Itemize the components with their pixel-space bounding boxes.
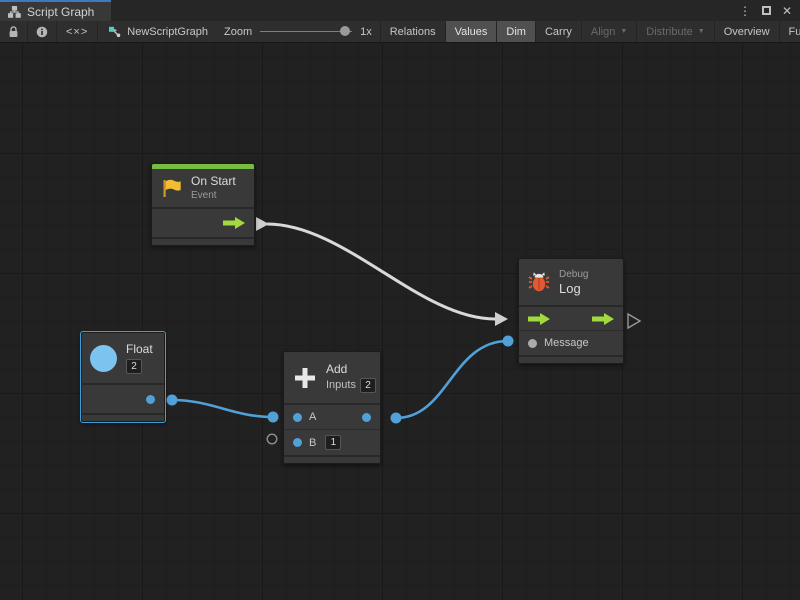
code-view-button[interactable]: <×> — [57, 21, 98, 42]
lock-icon — [8, 26, 19, 38]
wire-add-to-message[interactable] — [396, 341, 508, 418]
wire-layer — [0, 43, 800, 600]
close-icon[interactable]: ✕ — [780, 4, 794, 18]
value-out-marker-float[interactable] — [167, 395, 178, 406]
zoom-slider[interactable] — [260, 31, 352, 32]
message-port-label: Message — [544, 337, 589, 349]
overview-button[interactable]: Overview — [715, 21, 780, 42]
flow-in-marker-log[interactable] — [495, 312, 508, 326]
node-float[interactable]: Float 2 — [81, 332, 165, 422]
node-debug-log[interactable]: Debug Log Message — [518, 258, 624, 364]
distribute-dropdown-button: Distribute▼ — [637, 21, 714, 42]
unconnected-flow-out-marker-log[interactable] — [628, 314, 640, 328]
value-in-marker-add-a[interactable] — [268, 412, 279, 423]
bug-icon — [527, 270, 551, 294]
node-footer — [519, 355, 623, 363]
add-result-out-port[interactable] — [362, 413, 371, 422]
graph-canvas[interactable]: On Start Event — [0, 43, 800, 600]
float-value-out-port[interactable] — [146, 395, 155, 404]
flow-out-port[interactable] — [223, 217, 245, 229]
float-ports-row — [82, 383, 164, 413]
inputs-label: Inputs — [326, 379, 356, 392]
values-button[interactable]: Values — [446, 21, 498, 42]
float-value-field[interactable]: 2 — [126, 359, 142, 374]
float-header: Float 2 — [82, 333, 164, 383]
tab-strip: Script Graph ⋮ ✕ — [0, 0, 800, 21]
lock-button[interactable] — [0, 21, 28, 42]
add-header: Add Inputs 2 — [284, 352, 380, 403]
on-start-header: On Start Event — [152, 169, 254, 207]
debug-log-header: Debug Log — [519, 259, 623, 305]
log-message-row: Message — [519, 330, 623, 355]
info-icon — [36, 26, 48, 38]
add-port-a-row: A — [284, 403, 380, 429]
flow-out-marker-onstart[interactable] — [256, 217, 269, 231]
plus-icon — [292, 365, 318, 391]
node-on-start[interactable]: On Start Event — [151, 163, 255, 246]
graph-asset-icon — [108, 26, 121, 38]
node-add[interactable]: Add Inputs 2 A B 1 — [283, 351, 381, 464]
maximize-icon[interactable] — [759, 4, 773, 18]
wire-float-to-add[interactable] — [172, 400, 273, 417]
window-controls: ⋮ ✕ — [738, 0, 800, 21]
fullscreen-button[interactable]: Full Screen — [780, 21, 800, 42]
flow-out-port[interactable] — [592, 313, 614, 325]
log-flow-row — [519, 305, 623, 330]
port-a-value-in[interactable] — [293, 413, 302, 422]
node-title: Log — [559, 281, 588, 296]
script-graph-window: Script Graph ⋮ ✕ <×> NewScriptGraph — [0, 0, 800, 600]
node-title: On Start — [191, 174, 236, 189]
dim-button[interactable]: Dim — [497, 21, 536, 42]
zoom-label: Zoom — [224, 26, 252, 38]
relations-button[interactable]: Relations — [381, 21, 446, 42]
node-title: Add — [326, 362, 376, 377]
align-dropdown-button: Align▼ — [582, 21, 637, 42]
float-circle-icon — [90, 345, 117, 372]
tab-script-graph[interactable]: Script Graph — [0, 0, 111, 21]
on-start-ports-row — [152, 207, 254, 237]
zoom-slider-handle[interactable] — [340, 26, 350, 36]
node-subtitle: Event — [191, 189, 236, 202]
node-footer — [82, 413, 164, 421]
zoom-value: 1x — [360, 26, 372, 38]
graph-name-label: NewScriptGraph — [127, 26, 208, 38]
toolbar-right-buttons: Relations Values Dim Carry Align▼ Distri… — [380, 21, 800, 42]
tab-label: Script Graph — [27, 5, 94, 19]
info-button[interactable] — [28, 21, 57, 42]
node-title: Float — [126, 342, 153, 357]
node-footer — [284, 455, 380, 463]
menu-kebab-icon[interactable]: ⋮ — [738, 4, 752, 18]
port-b-value-in[interactable] — [293, 438, 302, 447]
inputs-count-field[interactable]: 2 — [360, 378, 376, 393]
port-b-value-field[interactable]: 1 — [325, 435, 341, 450]
port-b-label: B — [309, 437, 316, 449]
graph-name-group[interactable]: NewScriptGraph — [98, 21, 218, 42]
value-in-marker-message[interactable] — [503, 336, 514, 347]
unconnected-port-marker-add-b[interactable] — [267, 434, 277, 444]
flow-in-port[interactable] — [528, 313, 550, 325]
add-port-b-row: B 1 — [284, 429, 380, 455]
caret-down-icon: ▼ — [698, 28, 705, 35]
code-icon: <×> — [66, 26, 88, 38]
wire-onstart-to-log[interactable] — [267, 224, 495, 319]
graph-hierarchy-icon — [8, 6, 21, 18]
port-a-label: A — [309, 411, 316, 423]
graph-toolbar: <×> NewScriptGraph Zoom 1x Relations Val… — [0, 21, 800, 43]
node-footer — [152, 237, 254, 245]
node-category: Debug — [559, 268, 588, 281]
value-out-marker-add[interactable] — [391, 413, 402, 424]
flag-icon — [160, 177, 183, 200]
message-value-port[interactable] — [528, 339, 537, 348]
caret-down-icon: ▼ — [620, 28, 627, 35]
carry-button[interactable]: Carry — [536, 21, 582, 42]
zoom-control: Zoom 1x — [218, 21, 378, 42]
